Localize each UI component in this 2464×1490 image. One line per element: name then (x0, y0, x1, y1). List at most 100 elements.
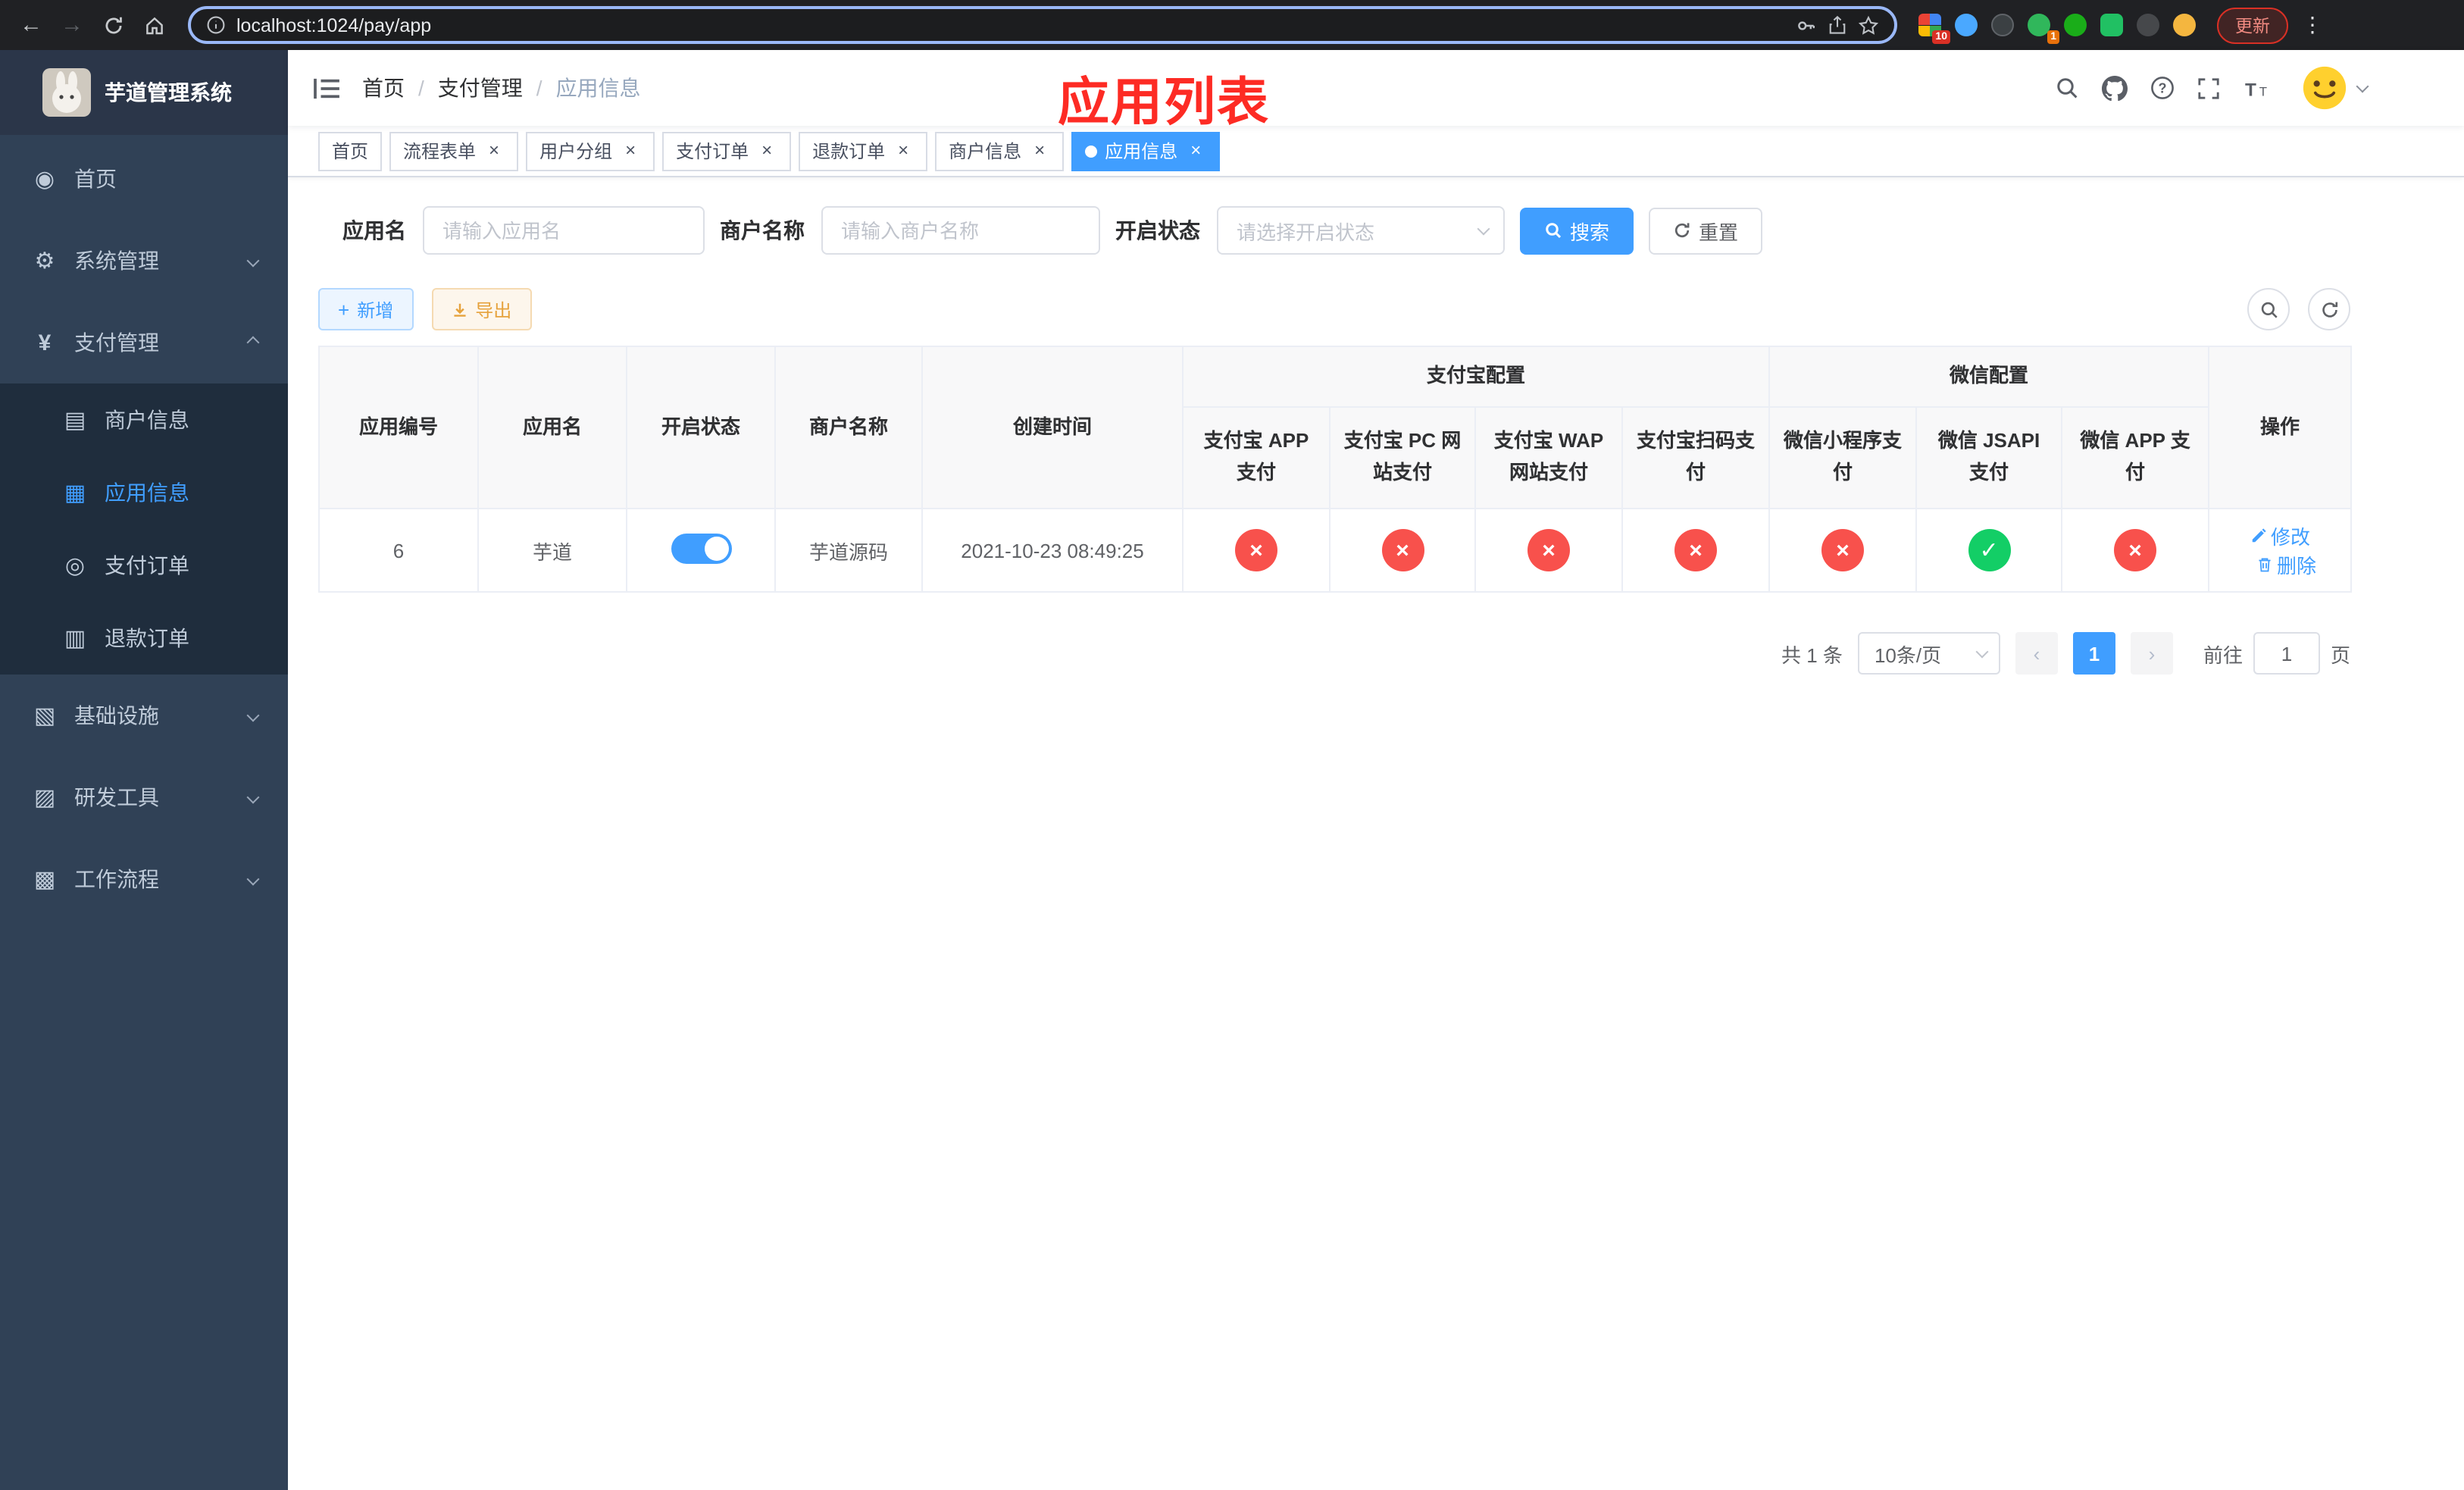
page-size-select[interactable]: 10条/页 (1857, 632, 2000, 675)
browser-forward-button[interactable]: → (53, 6, 91, 44)
export-button[interactable]: 导出 (431, 288, 532, 330)
sidebar-item-refund-order[interactable]: ▥ 退款订单 (0, 602, 288, 675)
browser-reload-button[interactable] (94, 6, 132, 44)
close-icon[interactable]: × (1029, 139, 1050, 161)
tab-pay-order[interactable]: 支付订单 × (662, 131, 792, 171)
breadcrumb-payment[interactable]: 支付管理 (438, 73, 523, 103)
sidebar-item-dev-tools[interactable]: ▨ 研发工具 (0, 756, 288, 838)
tab-process-form[interactable]: 流程表单 × (389, 131, 519, 171)
app-name-input[interactable] (423, 206, 705, 255)
search-button[interactable]: 搜索 (1520, 207, 1634, 254)
sidebar-logo-row[interactable]: 芋道管理系统 (0, 50, 288, 135)
tab-user-group[interactable]: 用户分组 × (526, 131, 655, 171)
tab-label: 退款订单 (812, 141, 886, 162)
fullscreen-icon[interactable] (2197, 77, 2220, 99)
site-info-icon[interactable] (206, 15, 226, 35)
extension-face-icon[interactable] (2173, 14, 2196, 36)
sidebar-item-infra[interactable]: ▧ 基础设施 (0, 675, 288, 756)
toggle-search-button[interactable] (2247, 288, 2290, 330)
pagination-total: 共 1 条 (1781, 643, 1843, 666)
extension-colorful-icon[interactable]: 10 (1918, 14, 1950, 44)
main-content: 应用名 商户名称 开启状态 请选择开启状态 搜索 (288, 177, 2464, 1490)
address-bar[interactable]: localhost:1024/pay/app (188, 6, 1897, 44)
next-page-button[interactable]: › (2130, 632, 2173, 675)
status-select[interactable]: 请选择开启状态 (1217, 206, 1505, 255)
trash-icon (2258, 558, 2270, 572)
payment-status-icon (1381, 529, 1424, 571)
close-icon[interactable]: × (1185, 139, 1206, 161)
tab-refund-order[interactable]: 退款订单 × (799, 131, 928, 171)
sidebar-item-merchant-info[interactable]: ▤ 商户信息 (0, 383, 288, 456)
extension-wechat-icon[interactable] (2064, 14, 2087, 36)
tab-home[interactable]: 首页 (318, 131, 383, 171)
sidebar-item-label: 商户信息 (105, 408, 189, 432)
filter-form: 应用名 商户名称 开启状态 请选择开启状态 搜索 (342, 206, 2350, 255)
reload-icon (105, 16, 121, 33)
refresh-table-button[interactable] (2308, 288, 2350, 330)
prev-page-button[interactable]: ‹ (2015, 632, 2058, 675)
password-key-icon[interactable] (1796, 14, 1817, 36)
col-header-wx-jsapi: 微信 JSAPI 支付 (1915, 406, 2063, 509)
delete-button[interactable]: 删除 (2256, 550, 2316, 579)
user-menu[interactable] (2302, 65, 2369, 111)
browser-menu-icon[interactable]: ⋮ (2297, 12, 2328, 38)
browser-back-button[interactable]: ← (12, 6, 50, 44)
col-header-alipay-pc: 支付宝 PC 网站支付 (1329, 406, 1476, 509)
close-icon[interactable]: × (483, 139, 505, 161)
pencil-icon (2251, 528, 2265, 543)
add-button[interactable]: + 新增 (318, 288, 414, 330)
sidebar-item-system[interactable]: ⚙ 系统管理 (0, 220, 288, 302)
merchant-name-input[interactable] (821, 206, 1100, 255)
page-annotation: 应用列表 (1058, 74, 1270, 132)
app-title: 芋道管理系统 (105, 80, 232, 105)
browser-home-button[interactable] (135, 6, 173, 44)
sidebar-item-app-info[interactable]: ▦ 应用信息 (0, 456, 288, 529)
cell-status (626, 508, 776, 593)
col-header-created: 创建时间 (921, 346, 1184, 509)
collapse-menu-icon[interactable] (314, 77, 339, 99)
close-icon[interactable]: × (756, 139, 777, 161)
extension-dark-icon[interactable] (1991, 14, 2014, 36)
extension-pin-icon[interactable] (2137, 14, 2159, 36)
yen-icon: ¥ (38, 330, 52, 355)
toolbar-right (2247, 288, 2350, 330)
sidebar-item-label: 研发工具 (74, 785, 159, 809)
help-icon[interactable]: ? (2150, 76, 2175, 100)
sidebar-item-pay-order[interactable]: ◎ 支付订单 (0, 529, 288, 602)
extension-green-icon[interactable]: 1 (2028, 14, 2059, 44)
sidebar-item-home[interactable]: ◉ 首页 (0, 138, 288, 220)
goto-page-input[interactable] (2253, 632, 2320, 675)
screen: ← → localhost:1024/pay/app 10 1 更新 ⋮ 芋道管… (0, 0, 2464, 1490)
bookmark-star-icon[interactable] (1858, 14, 1879, 36)
active-dot (1085, 145, 1098, 157)
status-toggle[interactable] (671, 533, 731, 563)
search-icon[interactable] (2055, 76, 2079, 100)
col-header-alipay-wap: 支付宝 WAP 网站支付 (1474, 406, 1623, 509)
font-size-icon[interactable]: TT (2243, 77, 2270, 99)
sidebar-item-payment[interactable]: ¥ 支付管理 (0, 302, 288, 383)
breadcrumb-home[interactable]: 首页 (362, 73, 405, 103)
chrome-update-button[interactable]: 更新 (2217, 7, 2288, 43)
sidebar-item-workflow[interactable]: ▩ 工作流程 (0, 838, 288, 920)
close-icon[interactable]: × (620, 139, 641, 161)
edit-button[interactable]: 修改 (2250, 521, 2310, 550)
extension-blue-icon[interactable] (1955, 14, 1978, 36)
page-number-button[interactable]: 1 (2072, 632, 2115, 675)
sidebar-item-label: 工作流程 (74, 867, 159, 891)
extension-badge: 1 (2047, 30, 2059, 44)
chevron-down-icon (1975, 644, 1989, 658)
payment-status-icon (1968, 529, 2011, 571)
extension-square-green-icon[interactable] (2100, 14, 2123, 36)
tab-app-info[interactable]: 应用信息 × (1071, 131, 1221, 171)
chevron-down-icon (1477, 221, 1490, 235)
extension-badge: 10 (1932, 30, 1950, 44)
close-icon[interactable]: × (893, 139, 914, 161)
order-icon: ◎ (64, 553, 86, 579)
group-header-alipay: 支付宝配置 (1181, 346, 1771, 408)
tab-merchant-info[interactable]: 商户信息 × (935, 131, 1065, 171)
share-icon[interactable] (1828, 15, 1847, 35)
payment-status-icon (2114, 529, 2157, 571)
github-icon[interactable] (2102, 75, 2128, 101)
reset-button[interactable]: 重置 (1649, 207, 1763, 254)
pagination: 共 1 条 10条/页 ‹ 1 › 前往 页 (318, 632, 2350, 675)
